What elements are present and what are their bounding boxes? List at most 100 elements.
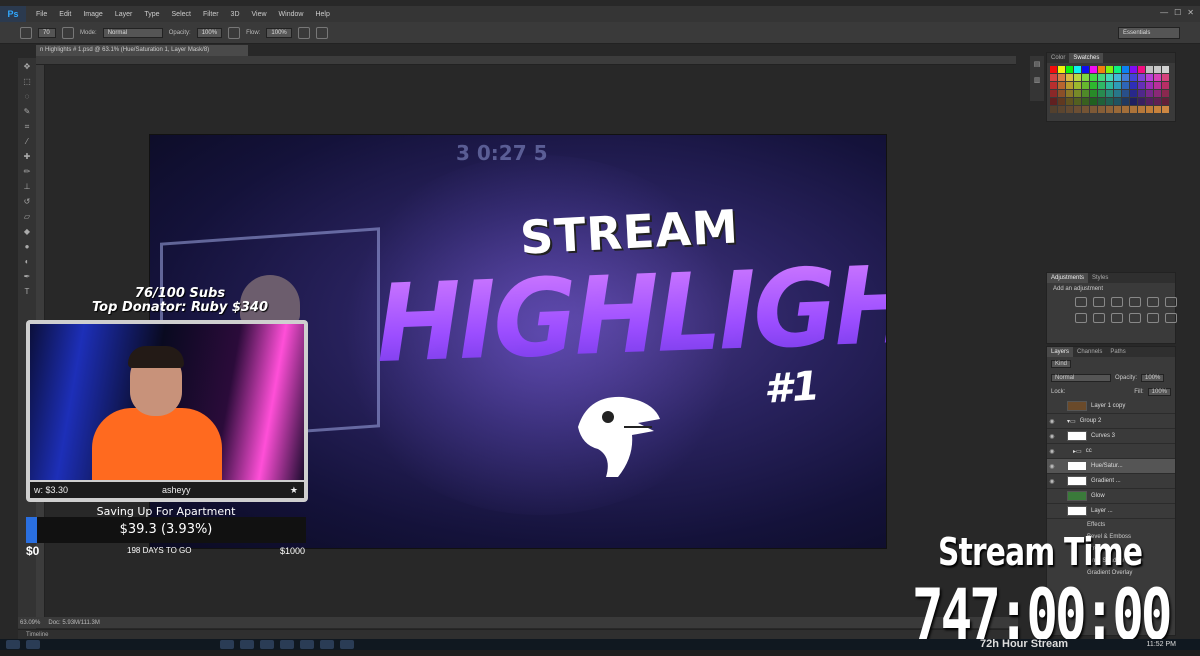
swatch[interactable] xyxy=(1154,106,1161,113)
swatch-grid[interactable] xyxy=(1047,63,1175,116)
swatch[interactable] xyxy=(1058,66,1065,73)
layer-row[interactable]: Layer 1 copy xyxy=(1047,399,1175,414)
swatch[interactable] xyxy=(1154,74,1161,81)
swatch[interactable] xyxy=(1162,82,1169,89)
blur-tool-icon[interactable]: ● xyxy=(22,242,32,252)
swatch[interactable] xyxy=(1058,98,1065,105)
swatch[interactable] xyxy=(1074,98,1081,105)
mode-select[interactable]: Normal xyxy=(102,27,163,38)
move-tool-icon[interactable]: ✥ xyxy=(22,62,32,72)
search-icon[interactable] xyxy=(26,640,40,649)
swatch[interactable] xyxy=(1058,74,1065,81)
kind-filter-select[interactable]: Kind xyxy=(1051,360,1072,368)
swatch[interactable] xyxy=(1146,90,1153,97)
swatch[interactable] xyxy=(1098,82,1105,89)
swatch[interactable] xyxy=(1138,82,1145,89)
swatch[interactable] xyxy=(1146,106,1153,113)
menu-image[interactable]: Image xyxy=(83,11,102,18)
swatch[interactable] xyxy=(1138,106,1145,113)
swatch[interactable] xyxy=(1106,90,1113,97)
swatch[interactable] xyxy=(1154,90,1161,97)
swatch[interactable] xyxy=(1162,74,1169,81)
swatch[interactable] xyxy=(1098,98,1105,105)
swatch[interactable] xyxy=(1090,106,1097,113)
brightness-icon[interactable] xyxy=(1075,297,1087,307)
swatch[interactable] xyxy=(1146,98,1153,105)
swatch[interactable] xyxy=(1138,74,1145,81)
tab-layers[interactable]: Layers xyxy=(1047,347,1074,357)
swatch[interactable] xyxy=(1098,74,1105,81)
swatch[interactable] xyxy=(1154,98,1161,105)
swatch[interactable] xyxy=(1114,106,1121,113)
swatch[interactable] xyxy=(1074,90,1081,97)
swatch[interactable] xyxy=(1050,74,1057,81)
tab-color[interactable]: Color xyxy=(1047,53,1069,63)
swatch[interactable] xyxy=(1122,82,1129,89)
swatch[interactable] xyxy=(1114,74,1121,81)
swatch[interactable] xyxy=(1162,106,1169,113)
color-balance-icon[interactable] xyxy=(1075,313,1087,323)
swatch[interactable] xyxy=(1130,106,1137,113)
swatch[interactable] xyxy=(1066,82,1073,89)
menu-view[interactable]: View xyxy=(252,11,267,18)
menu-file[interactable]: File xyxy=(36,11,47,18)
crop-tool-icon[interactable]: ⌗ xyxy=(22,122,32,132)
swatch[interactable] xyxy=(1090,66,1097,73)
swatch[interactable] xyxy=(1106,98,1113,105)
swatch[interactable] xyxy=(1074,66,1081,73)
swatch[interactable] xyxy=(1138,98,1145,105)
swatch[interactable] xyxy=(1082,90,1089,97)
fill-field[interactable]: 100% xyxy=(1147,388,1171,396)
swatch[interactable] xyxy=(1146,82,1153,89)
swatch[interactable] xyxy=(1122,66,1129,73)
swatch[interactable] xyxy=(1122,106,1129,113)
swatch[interactable] xyxy=(1122,90,1129,97)
tab-channels[interactable]: Channels xyxy=(1073,347,1106,357)
eye-icon[interactable]: ◉ xyxy=(1047,448,1057,455)
pen-tool-icon[interactable]: ✒ xyxy=(22,272,32,282)
layer-row-selected[interactable]: ◉ Hue/Satur... xyxy=(1047,459,1175,474)
swatch[interactable] xyxy=(1106,106,1113,113)
swatch[interactable] xyxy=(1154,82,1161,89)
dodge-tool-icon[interactable]: ◐ xyxy=(22,257,32,267)
menu-help[interactable]: Help xyxy=(315,11,329,18)
flow-field[interactable]: 100% xyxy=(266,27,292,38)
paint-bucket-icon[interactable]: ◆ xyxy=(22,227,32,237)
swatch[interactable] xyxy=(1130,74,1137,81)
menu-filter[interactable]: Filter xyxy=(203,11,219,18)
tab-styles[interactable]: Styles xyxy=(1088,273,1112,283)
curves-icon[interactable] xyxy=(1111,297,1123,307)
swatch[interactable] xyxy=(1146,74,1153,81)
maximize-icon[interactable]: ☐ xyxy=(1174,8,1181,17)
swatch[interactable] xyxy=(1090,98,1097,105)
type-tool-icon[interactable]: T xyxy=(22,287,32,297)
doc-size[interactable]: Doc: 5.93M/111.3M xyxy=(48,620,99,626)
app-icon[interactable] xyxy=(320,640,334,649)
lasso-tool-icon[interactable]: ◌ xyxy=(22,92,32,102)
swatch[interactable] xyxy=(1090,74,1097,81)
minimize-icon[interactable]: — xyxy=(1160,8,1168,17)
eraser-tool-icon[interactable]: ▱ xyxy=(22,212,32,222)
swatch[interactable] xyxy=(1146,66,1153,73)
swatch[interactable] xyxy=(1106,74,1113,81)
swatch[interactable] xyxy=(1154,66,1161,73)
healing-tool-icon[interactable]: ✚ xyxy=(22,152,32,162)
workspace-select[interactable]: Essentials xyxy=(1118,27,1180,39)
exposure-icon[interactable] xyxy=(1129,297,1141,307)
swatch[interactable] xyxy=(1066,74,1073,81)
swatch[interactable] xyxy=(1090,82,1097,89)
marquee-tool-icon[interactable]: ⬚ xyxy=(22,77,32,87)
swatch[interactable] xyxy=(1114,90,1121,97)
document-tab[interactable]: n Highlights # 1.psd @ 63.1% (Hue/Satura… xyxy=(36,45,248,56)
color-lookup-icon[interactable] xyxy=(1147,313,1159,323)
tab-adjustments[interactable]: Adjustments xyxy=(1047,273,1089,283)
swatch[interactable] xyxy=(1082,82,1089,89)
layer-row[interactable]: ◉ ▸▭ cc xyxy=(1047,444,1175,459)
tab-paths[interactable]: Paths xyxy=(1106,347,1129,357)
swatch[interactable] xyxy=(1082,106,1089,113)
swatch[interactable] xyxy=(1114,98,1121,105)
swatch[interactable] xyxy=(1106,82,1113,89)
channel-mixer-icon[interactable] xyxy=(1129,313,1141,323)
obs-icon[interactable] xyxy=(300,640,314,649)
eye-icon[interactable]: ◉ xyxy=(1047,478,1057,485)
